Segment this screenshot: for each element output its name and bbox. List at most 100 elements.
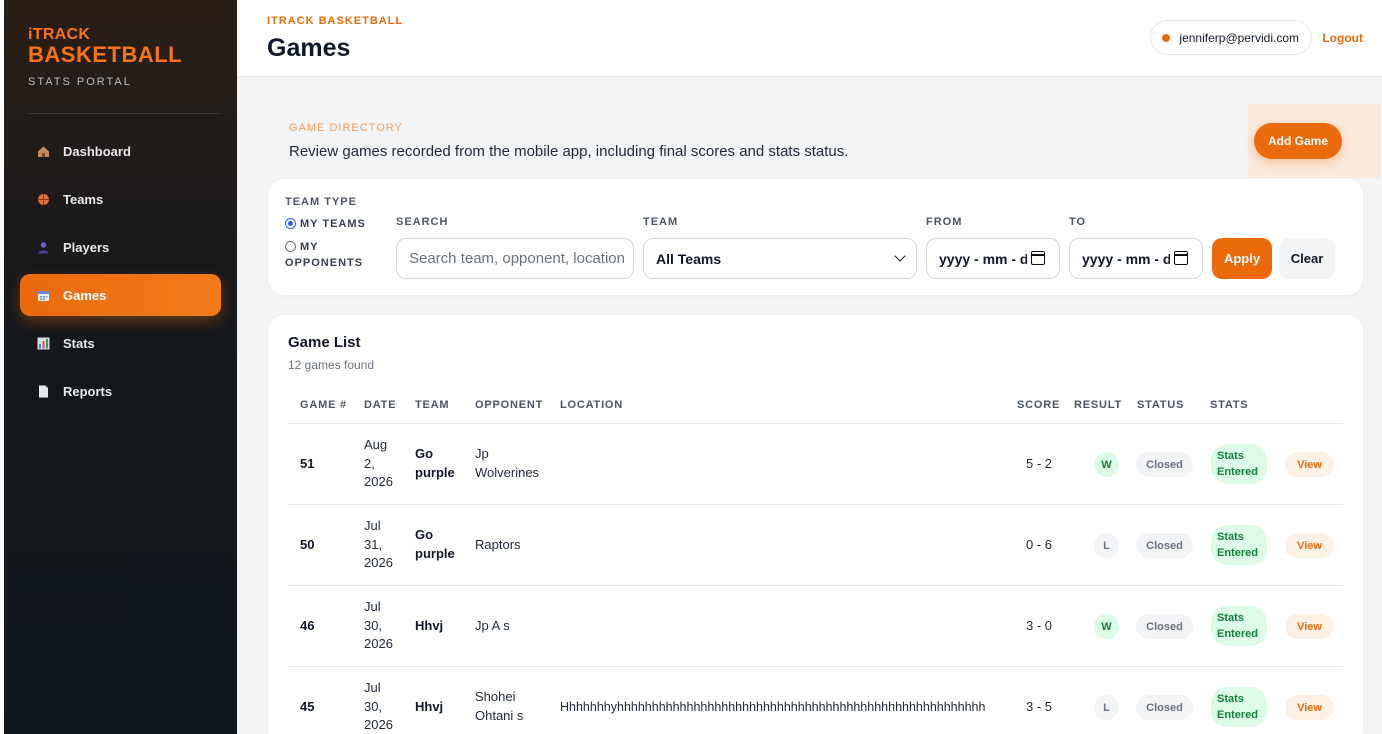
brand-small: iTRACK xyxy=(28,26,91,43)
document-icon xyxy=(36,384,50,398)
from-date-placeholder: yyyy - mm - dd xyxy=(939,250,1027,267)
page-title: Games xyxy=(267,34,351,62)
view-button[interactable]: View xyxy=(1285,614,1334,639)
radio-label: MY TEAMS xyxy=(300,218,366,230)
game-list-title: Game List xyxy=(288,334,361,351)
table-row[interactable]: 45 Jul 30, 2026 Hhvj Shohei Ohtani s Hhh… xyxy=(288,667,1343,734)
sidebar-item-label: Players xyxy=(63,239,110,255)
stats-line: Stats xyxy=(1217,693,1244,705)
column-header-status: STATUS xyxy=(1137,399,1185,411)
sidebar-item-reports[interactable]: Reports xyxy=(20,370,221,412)
column-header-game-number: GAME # xyxy=(300,399,347,411)
date-line: 2026 xyxy=(364,474,393,489)
date-line: Jul xyxy=(364,518,381,533)
stats-line: Entered xyxy=(1217,466,1258,478)
filter-panel: TEAM TYPE MY TEAMS MY OPPONENTS SEARCH Se… xyxy=(268,179,1363,295)
view-button[interactable]: View xyxy=(1285,533,1334,558)
sidebar-item-games[interactable]: Games xyxy=(20,274,221,316)
view-button[interactable]: View xyxy=(1285,452,1334,477)
house-icon xyxy=(36,144,50,158)
apply-button[interactable]: Apply xyxy=(1212,238,1272,279)
opponent-line: Ohtani s xyxy=(475,707,524,723)
opponent-line: Jp A s xyxy=(475,618,510,633)
stats-line: Entered xyxy=(1217,709,1258,721)
game-date: Jul 31, 2026 xyxy=(364,517,393,573)
user-badge[interactable]: jenniferp@pervidi.com xyxy=(1150,20,1312,55)
add-game-button[interactable]: Add Game xyxy=(1254,123,1342,159)
sidebar-item-teams[interactable]: Teams xyxy=(20,178,221,220)
radio-my-opponents[interactable]: MY OPPONENTS xyxy=(285,239,363,271)
opponent-name: Shohei Ohtani s xyxy=(475,688,523,725)
basketball-icon xyxy=(36,192,50,206)
table-row[interactable]: 51 Aug 2, 2026 Go purple Jp Wolverines 5… xyxy=(288,424,1343,505)
location: Hhhhhhhyhhhhhhhhhhhhhhhhhhhhhhhhhhhhhhhh… xyxy=(560,700,986,714)
opponent-line: Wolverines xyxy=(475,464,540,480)
radio-button[interactable] xyxy=(285,241,296,252)
sidebar-item-label: Reports xyxy=(63,383,113,399)
column-header-location: LOCATION xyxy=(560,399,624,411)
result-badge: W xyxy=(1094,452,1119,477)
date-line: 30, xyxy=(364,698,383,714)
to-date-input[interactable]: yyyy - mm - dd xyxy=(1069,238,1203,279)
column-header-stats: STATS xyxy=(1210,399,1249,411)
team-name[interactable]: Go purple xyxy=(415,526,455,563)
search-input[interactable]: Search team, opponent, location xyxy=(396,238,634,279)
game-number: 45 xyxy=(300,699,315,714)
clear-button[interactable]: Clear xyxy=(1279,238,1335,279)
team-line: Go xyxy=(415,527,434,542)
team-type-label: TEAM TYPE xyxy=(285,196,357,208)
stats-badge: Stats Entered xyxy=(1211,444,1267,484)
directory-description: Review games recorded from the mobile ap… xyxy=(289,143,849,160)
radio-button[interactable] xyxy=(285,218,296,229)
date-line: Aug xyxy=(364,437,388,452)
status-dot-icon xyxy=(1162,33,1171,42)
search-placeholder: Search team, opponent, location xyxy=(409,250,625,267)
game-number: 51 xyxy=(300,456,315,471)
column-header-score: SCORE xyxy=(1017,399,1061,411)
opponent-line: Jp xyxy=(475,446,489,461)
team-name[interactable]: Hhvj xyxy=(415,698,443,717)
from-label: FROM xyxy=(926,216,963,228)
stats-line: Stats xyxy=(1217,450,1244,462)
calendar-icon[interactable] xyxy=(1031,251,1045,265)
sidebar-nav: Dashboard Teams Players Games Stats Repo… xyxy=(20,130,221,418)
stats-line: Stats xyxy=(1217,531,1244,543)
sidebar-item-players[interactable]: Players xyxy=(20,226,221,268)
date-line: 2026 xyxy=(364,717,393,732)
result-badge: L xyxy=(1094,533,1119,558)
stats-line: Entered xyxy=(1217,547,1258,559)
team-line: Hhvj xyxy=(415,618,444,633)
table-row[interactable]: 46 Jul 30, 2026 Hhvj Jp A s 3 - 0 W Clos… xyxy=(288,586,1343,667)
sidebar-item-stats[interactable]: Stats xyxy=(20,322,221,364)
team-line: Go xyxy=(415,446,434,461)
radio-my-teams[interactable]: MY TEAMS xyxy=(285,216,366,232)
view-button[interactable]: View xyxy=(1285,695,1334,720)
opponent-line: Raptors xyxy=(475,537,521,552)
column-header-team: TEAM xyxy=(415,399,450,411)
score: 3 - 0 xyxy=(1026,618,1053,633)
game-count: 12 games found xyxy=(288,358,375,372)
radio-label: MY OPPONENTS xyxy=(285,239,363,271)
brand-subtitle: STATS PORTAL xyxy=(28,76,132,88)
date-line: 2026 xyxy=(364,636,393,651)
main-content: GAME DIRECTORY Review games recorded fro… xyxy=(237,77,1382,734)
sidebar-item-label: Games xyxy=(63,287,107,303)
result-badge: W xyxy=(1094,614,1119,639)
logout-link[interactable]: Logout xyxy=(1322,31,1363,45)
opponent-name: Raptors xyxy=(475,536,521,555)
status-badge: Closed xyxy=(1136,452,1193,477)
team-select[interactable]: All Teams xyxy=(643,238,917,279)
calendar-icon[interactable] xyxy=(1174,251,1188,265)
column-header-date: DATE xyxy=(364,399,397,411)
team-name[interactable]: Go purple xyxy=(415,445,455,482)
sidebar-item-dashboard[interactable]: Dashboard xyxy=(20,130,221,172)
team-line: Hhvj xyxy=(415,699,444,714)
table-row[interactable]: 50 Jul 31, 2026 Go purple Raptors 0 - 6 … xyxy=(288,505,1343,586)
score: 5 - 2 xyxy=(1026,456,1053,471)
from-date-input[interactable]: yyyy - mm - dd xyxy=(926,238,1060,279)
person-icon xyxy=(36,240,50,254)
team-name[interactable]: Hhvj xyxy=(415,617,443,636)
team-line: purple xyxy=(415,545,455,561)
game-date: Aug 2, 2026 xyxy=(364,436,393,492)
sidebar-item-label: Dashboard xyxy=(63,143,131,159)
